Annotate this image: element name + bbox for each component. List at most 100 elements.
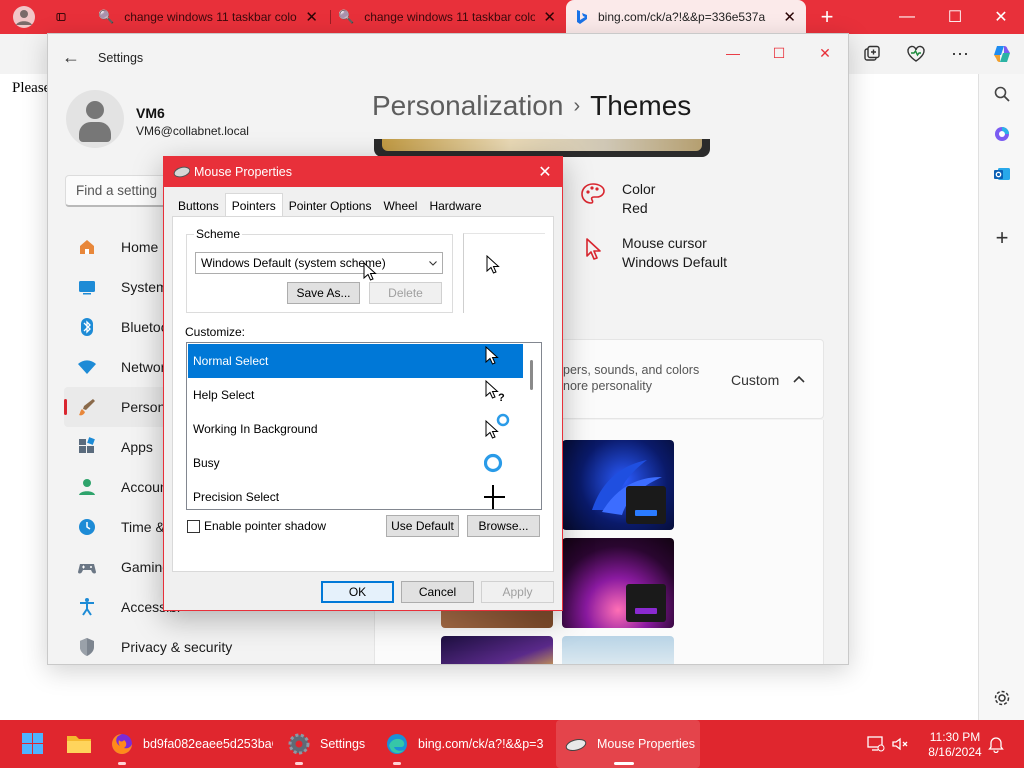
mouse-cursor-title: Mouse cursor <box>622 235 707 251</box>
pointer-row-help-select[interactable]: Help Select ? <box>188 378 523 412</box>
scheme-group: Scheme Windows Default (system scheme) S… <box>186 227 453 313</box>
clock-time: 11:30 PM <box>929 730 981 744</box>
svg-text:?: ? <box>498 392 505 404</box>
tray-volume-button[interactable] <box>890 734 910 754</box>
close-tab-icon[interactable]: ✕ <box>305 8 318 26</box>
folder-icon <box>67 736 91 753</box>
running-indicator <box>614 762 634 765</box>
tray-network-button[interactable] <box>866 734 886 754</box>
file-explorer-button[interactable] <box>62 720 96 768</box>
dialog-titlebar: Mouse Properties ✕ <box>164 157 562 187</box>
sidebar-copilot-button[interactable] <box>990 122 1014 146</box>
maximize-browser-button[interactable]: ☐ <box>932 0 978 34</box>
busy-cursor-icon <box>484 453 503 473</box>
sidebar-outlook-button[interactable] <box>990 162 1014 186</box>
tab-hardware[interactable]: Hardware <box>423 195 487 216</box>
tab-actions-button[interactable] <box>46 0 76 34</box>
scheme-dropdown[interactable]: Windows Default (system scheme) <box>195 252 443 274</box>
accessibility-icon <box>76 596 98 618</box>
save-as-button[interactable]: Save As... <box>287 282 360 304</box>
current-theme-value: Custom <box>731 372 780 388</box>
tab-title: change windows 11 taskbar colo <box>364 10 536 24</box>
nav-item-privacy-security[interactable]: Privacy & security <box>64 627 370 664</box>
tab-actions-icon <box>56 13 66 21</box>
start-button[interactable] <box>16 720 50 768</box>
browser-tab-2[interactable]: 🔍 change windows 11 taskbar colo ✕ <box>328 0 566 34</box>
more-menu-button[interactable]: ⋯ <box>946 40 974 68</box>
notifications-button[interactable] <box>986 734 1006 754</box>
help-cursor-icon: ? <box>485 379 505 404</box>
profile-avatar[interactable] <box>0 0 48 34</box>
pointer-list[interactable]: Normal Select Help Select ? Working In B… <box>186 342 542 510</box>
sidebar-search-button[interactable] <box>990 82 1014 106</box>
accounts-icon <box>76 476 98 498</box>
tab-pointer-options[interactable]: Pointer Options <box>283 195 378 216</box>
theme-thumbnail-glow[interactable] <box>562 538 674 628</box>
minimize-browser-button[interactable]: — <box>884 0 930 34</box>
sidebar-add-button[interactable]: + <box>990 225 1014 250</box>
enable-pointer-shadow-checkbox[interactable]: Enable pointer shadow <box>187 519 326 533</box>
scrollbar-thumb[interactable] <box>530 360 533 390</box>
pointer-row-normal-select[interactable]: Normal Select <box>188 344 523 378</box>
collections-button[interactable] <box>858 40 886 68</box>
browser-tab-3[interactable]: bing.com/ck/a?!&&p=336e537a ✕ <box>566 0 806 34</box>
pointer-list-scrollbar[interactable] <box>524 344 540 508</box>
taskbar-firefox[interactable]: bd9fa082eaee5d253baC <box>106 720 276 768</box>
color-setting[interactable]: Color Red <box>578 180 655 218</box>
scheme-dropdown-value: Windows Default (system scheme) <box>201 256 386 270</box>
firefox-icon <box>110 732 134 756</box>
time-language-icon <box>76 516 98 538</box>
browser-tab-1[interactable]: 🔍 change windows 11 taskbar colo ✕ <box>88 0 328 34</box>
theme-accent-swatch <box>635 608 657 614</box>
copilot-icon <box>994 46 1010 62</box>
scheme-label: Scheme <box>194 227 243 241</box>
browse-button[interactable]: Browse... <box>467 515 540 537</box>
browser-essentials-button[interactable] <box>902 40 930 68</box>
pointer-row-precision-select[interactable]: Precision Select <box>188 480 523 509</box>
taskbar-mouse-properties[interactable]: Mouse Properties <box>556 720 700 768</box>
theme-thumbnail-dark-captured[interactable] <box>441 636 553 664</box>
tab-wheel[interactable]: Wheel <box>377 195 423 216</box>
theme-preview-image <box>382 139 702 151</box>
close-tab-icon[interactable]: ✕ <box>783 8 796 26</box>
breadcrumb-parent[interactable]: Personalization <box>372 90 563 121</box>
theme-thumbnail-bloom-dark[interactable] <box>562 440 674 530</box>
user-avatar[interactable] <box>66 90 124 148</box>
chevron-up-icon[interactable] <box>793 374 805 386</box>
system-clock[interactable]: 11:30 PM 8/16/2024 <box>918 730 992 760</box>
apply-button[interactable]: Apply <box>481 581 554 603</box>
pointer-row-busy[interactable]: Busy <box>188 446 523 480</box>
settings-gear-icon <box>287 732 311 756</box>
mouse-cursor-value: Windows Default <box>622 254 728 270</box>
pointer-row-working-in-background[interactable]: Working In Background <box>188 412 523 446</box>
chevron-down-icon <box>429 261 437 266</box>
bell-icon <box>988 737 1004 753</box>
search-icon: 🔍 <box>338 9 355 24</box>
mouse-cursor-setting[interactable]: Mouse cursor Windows Default <box>578 234 727 272</box>
copilot-button[interactable] <box>988 40 1016 68</box>
sidebar-settings-button[interactable] <box>990 686 1014 710</box>
use-default-button[interactable]: Use Default <box>386 515 459 537</box>
tab-buttons[interactable]: Buttons <box>172 195 225 216</box>
heart-pulse-icon <box>907 45 925 62</box>
dialog-close-button[interactable]: ✕ <box>532 159 558 185</box>
back-button[interactable]: ← <box>62 48 82 66</box>
user-email: VM6@collabnet.local <box>136 124 249 138</box>
cancel-button[interactable]: Cancel <box>401 581 474 603</box>
close-browser-button[interactable]: ✕ <box>978 0 1024 34</box>
taskbar-label: bd9fa082eaee5d253baC <box>143 737 273 751</box>
taskbar-settings[interactable]: Settings <box>283 720 373 768</box>
network-monitor-icon <box>867 736 885 752</box>
page-title: Themes <box>590 90 692 121</box>
tab-pointers[interactable]: Pointers <box>224 193 283 216</box>
theme-thumbnail-flow[interactable] <box>562 636 674 664</box>
checkbox-box[interactable] <box>187 519 200 533</box>
mouse-icon <box>173 166 190 178</box>
new-tab-button[interactable]: + <box>810 0 844 34</box>
ok-button[interactable]: OK <box>321 581 394 603</box>
delete-button[interactable]: Delete <box>369 282 442 304</box>
taskbar-edge[interactable]: bing.com/ck/a?!&&p=3 <box>381 720 551 768</box>
close-tab-icon[interactable]: ✕ <box>543 8 556 26</box>
profile-icon <box>13 6 35 28</box>
theme-accent-swatch <box>635 510 657 516</box>
